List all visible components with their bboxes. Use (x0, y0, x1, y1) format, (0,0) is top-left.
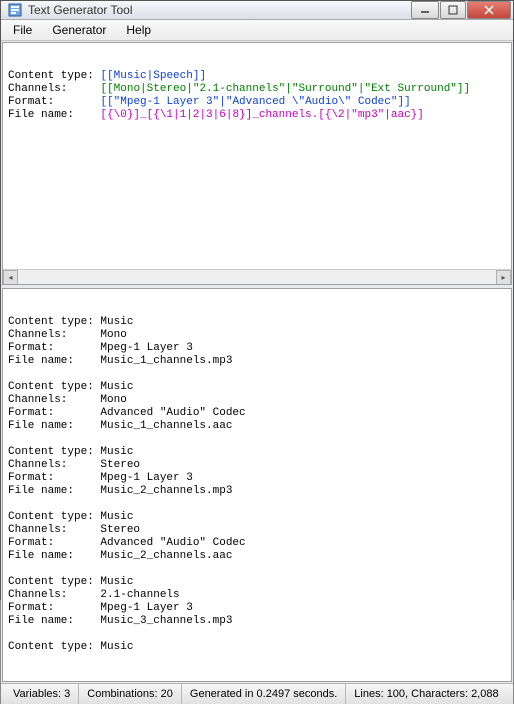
minimize-button[interactable] (411, 1, 439, 19)
app-window: Text Generator Tool File Generator Help … (0, 0, 514, 600)
status-variables: Variables: 3 (5, 684, 79, 704)
status-lines: Lines: 100, Characters: 2,088 (346, 684, 506, 704)
menu-help[interactable]: Help (116, 20, 161, 40)
status-combinations: Combinations: 20 (79, 684, 182, 704)
menubar: File Generator Help (1, 20, 513, 41)
output-text[interactable]: Content type: Music Channels: Mono Forma… (3, 313, 511, 657)
status-generated: Generated in 0.2497 seconds. (182, 684, 346, 704)
close-button[interactable] (467, 1, 511, 19)
content-area: Content type: [[Music|Speech]] Channels:… (1, 41, 513, 683)
menu-generator[interactable]: Generator (42, 20, 116, 40)
window-title: Text Generator Tool (28, 3, 411, 17)
template-editor[interactable]: Content type: [[Music|Speech]] Channels:… (2, 42, 512, 285)
menu-file[interactable]: File (3, 20, 42, 40)
maximize-button[interactable] (440, 1, 466, 19)
window-controls (411, 1, 511, 19)
statusbar: Variables: 3 Combinations: 20 Generated … (1, 683, 513, 704)
scrollbar-x[interactable]: ◂ ▸ (3, 269, 511, 284)
scroll-left-icon[interactable]: ◂ (3, 270, 18, 285)
template-text[interactable]: Content type: [[Music|Speech]] Channels:… (3, 67, 511, 125)
output-viewer[interactable]: Content type: Music Channels: Mono Forma… (2, 288, 512, 682)
titlebar: Text Generator Tool (1, 1, 513, 20)
app-icon (7, 2, 23, 18)
scroll-right-icon[interactable]: ▸ (496, 270, 511, 285)
